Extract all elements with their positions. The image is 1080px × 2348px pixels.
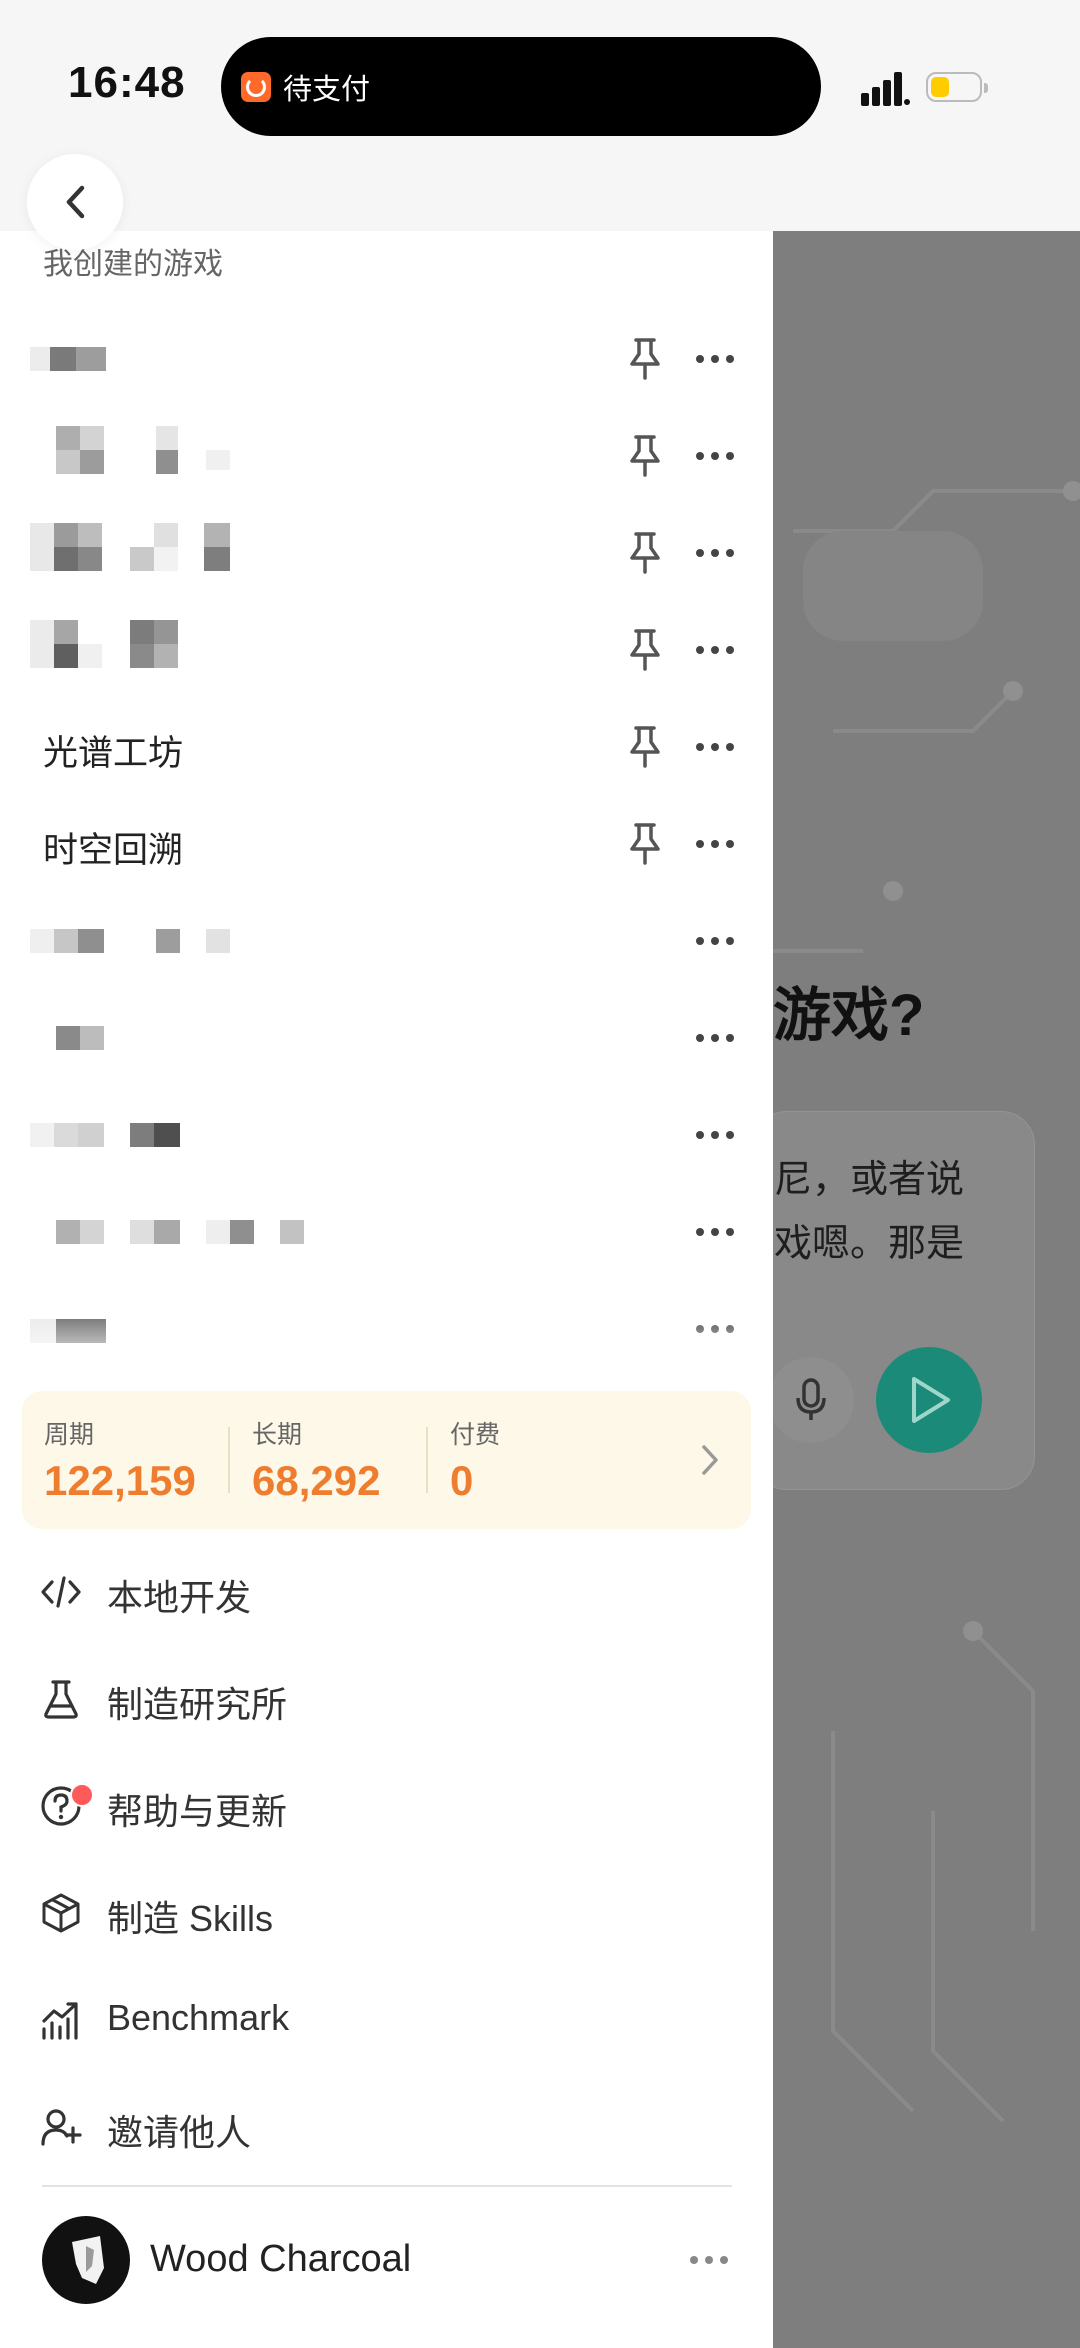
profile-row[interactable]: Wood Charcoal bbox=[0, 2216, 773, 2326]
menu-label: 制造研究所 bbox=[107, 1684, 288, 1725]
stat-value: 68,292 bbox=[252, 1457, 381, 1504]
mic-button bbox=[773, 1357, 854, 1443]
more-icon[interactable] bbox=[692, 632, 738, 668]
play-icon bbox=[912, 1377, 950, 1423]
divider bbox=[426, 1427, 428, 1493]
pin-icon[interactable] bbox=[624, 433, 666, 479]
menu-label: 帮助与更新 bbox=[107, 1791, 288, 1832]
flask-icon bbox=[44, 1680, 78, 1719]
game-row[interactable] bbox=[0, 602, 773, 699]
microphone-icon bbox=[796, 1378, 826, 1420]
pin-icon[interactable] bbox=[624, 530, 666, 576]
game-row[interactable] bbox=[0, 311, 773, 408]
clock: 16:48 bbox=[68, 58, 186, 107]
background-overlay[interactable]: 游戏? 尼，或者说 戏嗯。那是 bbox=[773, 231, 1080, 2348]
battery-icon bbox=[926, 72, 988, 102]
chevron-right-icon bbox=[702, 1445, 718, 1475]
back-button[interactable] bbox=[27, 154, 123, 250]
pin-icon[interactable] bbox=[624, 627, 666, 673]
stat-label: 付费 bbox=[450, 1421, 501, 1449]
avatar-image bbox=[72, 2236, 104, 2284]
background-card-text: 尼，或者说 戏嗯。那是 bbox=[774, 1159, 965, 1265]
avatar[interactable] bbox=[42, 2216, 130, 2304]
stat-value: 122,159 bbox=[44, 1457, 196, 1504]
more-icon[interactable] bbox=[692, 1214, 738, 1250]
game-row[interactable] bbox=[0, 1184, 773, 1281]
game-row[interactable]: 时空回溯 bbox=[0, 796, 773, 893]
stat-longterm: 长期 68,292 bbox=[252, 1415, 380, 1505]
side-drawer: 我创建的游戏 光谱工坊 时空回溯 周期 122,159 长期 68,292 付费… bbox=[0, 231, 773, 2348]
stat-value: 0 bbox=[450, 1457, 474, 1504]
menu-label: 本地开发 bbox=[107, 1577, 252, 1618]
menu-item-invite[interactable]: 邀请他人 bbox=[0, 2076, 773, 2176]
menu-item-local-dev[interactable]: 本地开发 bbox=[0, 1541, 773, 1641]
more-icon[interactable] bbox=[692, 1020, 738, 1056]
profile-name: Wood Charcoal bbox=[150, 2238, 412, 2280]
more-icon[interactable] bbox=[692, 341, 738, 377]
game-row[interactable] bbox=[0, 893, 773, 990]
menu-label: Benchmark bbox=[107, 1997, 290, 2038]
more-icon[interactable] bbox=[692, 438, 738, 474]
menu-item-benchmark[interactable]: Benchmark bbox=[0, 1969, 773, 2069]
cube-icon bbox=[42, 1893, 80, 1933]
menu-item-help[interactable]: 帮助与更新 bbox=[0, 1755, 773, 1855]
more-icon[interactable] bbox=[692, 826, 738, 862]
list-fade bbox=[0, 1311, 773, 1371]
more-icon[interactable] bbox=[692, 923, 738, 959]
signal-icon bbox=[861, 72, 910, 106]
stat-paid: 付费 0 bbox=[450, 1415, 500, 1505]
app-icon bbox=[241, 71, 271, 102]
menu-label: 邀请他人 bbox=[107, 2112, 252, 2153]
game-row[interactable] bbox=[0, 990, 773, 1087]
game-row[interactable]: 光谱工坊 bbox=[0, 699, 773, 796]
background-prompt-card: 尼，或者说 戏嗯。那是 bbox=[773, 1111, 1035, 1490]
menu-label: 制造 Skills bbox=[107, 1898, 274, 1939]
more-icon[interactable] bbox=[692, 1117, 738, 1153]
game-name: 时空回溯 bbox=[43, 831, 184, 870]
background-heading: 游戏? bbox=[773, 983, 925, 1048]
game-row[interactable] bbox=[0, 1087, 773, 1184]
game-row[interactable] bbox=[0, 505, 773, 602]
stat-label: 周期 bbox=[44, 1421, 95, 1449]
add-user-icon bbox=[41, 2109, 82, 2146]
send-button bbox=[876, 1347, 982, 1453]
live-activity-text: 待支付 bbox=[283, 73, 371, 106]
game-name: 光谱工坊 bbox=[43, 734, 184, 773]
stat-weekly: 周期 122,159 bbox=[44, 1415, 196, 1505]
pin-icon[interactable] bbox=[624, 336, 666, 382]
stat-label: 长期 bbox=[252, 1421, 303, 1449]
status-bar: 16:48 待支付 bbox=[0, 0, 1080, 175]
menu-item-lab[interactable]: 制造研究所 bbox=[0, 1648, 773, 1748]
game-row[interactable] bbox=[0, 408, 773, 505]
notification-badge bbox=[70, 1783, 94, 1807]
more-icon[interactable] bbox=[692, 729, 738, 765]
divider bbox=[42, 2185, 732, 2187]
divider bbox=[228, 1427, 230, 1493]
chevron-left-icon bbox=[66, 185, 85, 219]
chart-icon bbox=[42, 2002, 78, 2040]
stats-card[interactable]: 周期 122,159 长期 68,292 付费 0 bbox=[22, 1391, 751, 1529]
dynamic-island[interactable]: 待支付 bbox=[221, 37, 821, 136]
code-icon bbox=[41, 1576, 81, 1608]
more-icon[interactable] bbox=[686, 2242, 732, 2278]
pin-icon[interactable] bbox=[624, 821, 666, 867]
menu-item-skills[interactable]: 制造 Skills bbox=[0, 1862, 773, 1962]
more-icon[interactable] bbox=[692, 535, 738, 571]
pin-icon[interactable] bbox=[624, 724, 666, 770]
